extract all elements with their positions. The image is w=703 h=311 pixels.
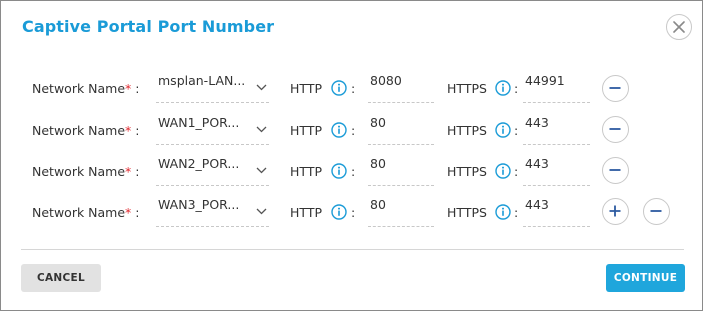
info-icon[interactable] bbox=[331, 163, 347, 179]
https-label: HTTPS bbox=[447, 81, 487, 96]
https-port-value: 44991 bbox=[525, 73, 565, 88]
label-separator: : bbox=[514, 81, 519, 96]
info-icon[interactable] bbox=[495, 204, 511, 220]
info-icon[interactable] bbox=[495, 122, 511, 138]
chevron-down-icon bbox=[256, 84, 267, 91]
required-mark: * bbox=[125, 123, 132, 138]
network-select-value: WAN2_POR... bbox=[158, 156, 240, 171]
port-row: Network Name* : WAN1_POR... HTTP : 80 HT… bbox=[1, 114, 703, 150]
required-mark: * bbox=[125, 164, 132, 179]
info-icon[interactable] bbox=[331, 80, 347, 96]
http-port-input[interactable]: 80 bbox=[368, 114, 434, 145]
chevron-down-icon bbox=[256, 208, 267, 215]
https-port-value: 443 bbox=[525, 115, 549, 130]
http-port-input[interactable]: 8080 bbox=[368, 72, 434, 103]
close-button[interactable] bbox=[666, 14, 692, 40]
network-select-value: WAN1_POR... bbox=[158, 115, 240, 130]
dialog-title: Captive Portal Port Number bbox=[22, 17, 275, 36]
info-icon[interactable] bbox=[495, 80, 511, 96]
network-name-label: Network Name* : bbox=[32, 164, 140, 179]
network-select[interactable]: msplan-LAN... bbox=[156, 72, 269, 103]
https-port-input[interactable]: 443 bbox=[523, 155, 590, 186]
label-separator: : bbox=[135, 123, 140, 138]
info-icon[interactable] bbox=[331, 122, 347, 138]
label-separator: : bbox=[351, 81, 356, 96]
captive-portal-dialog: Captive Portal Port Number Network Name*… bbox=[0, 0, 703, 311]
label-separator: : bbox=[514, 123, 519, 138]
network-select[interactable]: WAN2_POR... bbox=[156, 155, 269, 186]
network-name-text: Network Name bbox=[32, 164, 126, 179]
http-port-value: 8080 bbox=[370, 73, 402, 88]
label-separator: : bbox=[135, 205, 140, 220]
remove-row-button[interactable] bbox=[602, 75, 629, 102]
network-name-label: Network Name* : bbox=[32, 123, 140, 138]
required-mark: * bbox=[125, 205, 132, 220]
minus-icon bbox=[609, 169, 621, 171]
network-select[interactable]: WAN3_POR... bbox=[156, 196, 269, 227]
network-name-label: Network Name* : bbox=[32, 81, 140, 96]
close-icon bbox=[673, 21, 685, 33]
http-port-value: 80 bbox=[370, 156, 386, 171]
http-port-value: 80 bbox=[370, 115, 386, 130]
http-port-value: 80 bbox=[370, 197, 386, 212]
remove-row-button[interactable] bbox=[643, 198, 670, 225]
label-separator: : bbox=[351, 164, 356, 179]
port-row: Network Name* : WAN3_POR... HTTP : 80 HT… bbox=[1, 196, 703, 232]
https-port-input[interactable]: 44991 bbox=[523, 72, 590, 103]
https-port-input[interactable]: 443 bbox=[523, 114, 590, 145]
info-icon[interactable] bbox=[495, 163, 511, 179]
label-separator: : bbox=[514, 205, 519, 220]
http-port-input[interactable]: 80 bbox=[368, 155, 434, 186]
remove-row-button[interactable] bbox=[602, 116, 629, 143]
footer-divider bbox=[21, 249, 684, 250]
label-separator: : bbox=[351, 205, 356, 220]
network-select-value: msplan-LAN... bbox=[158, 73, 246, 88]
network-name-text: Network Name bbox=[32, 81, 126, 96]
network-select[interactable]: WAN1_POR... bbox=[156, 114, 269, 145]
label-separator: : bbox=[351, 123, 356, 138]
http-label: HTTP bbox=[290, 81, 322, 96]
https-port-value: 443 bbox=[525, 156, 549, 171]
required-mark: * bbox=[125, 81, 132, 96]
cancel-button[interactable]: CANCEL bbox=[21, 264, 101, 292]
info-icon[interactable] bbox=[331, 204, 347, 220]
http-label: HTTP bbox=[290, 123, 322, 138]
https-port-value: 443 bbox=[525, 197, 549, 212]
port-row: Network Name* : WAN2_POR... HTTP : 80 HT… bbox=[1, 155, 703, 191]
network-select-value: WAN3_POR... bbox=[158, 197, 240, 212]
label-separator: : bbox=[135, 81, 140, 96]
network-name-label: Network Name* : bbox=[32, 205, 140, 220]
https-label: HTTPS bbox=[447, 123, 487, 138]
http-label: HTTP bbox=[290, 164, 322, 179]
network-name-text: Network Name bbox=[32, 123, 126, 138]
remove-row-button[interactable] bbox=[602, 157, 629, 184]
label-separator: : bbox=[135, 164, 140, 179]
minus-icon bbox=[650, 210, 662, 212]
label-separator: : bbox=[514, 164, 519, 179]
chevron-down-icon bbox=[256, 126, 267, 133]
minus-icon bbox=[609, 128, 621, 130]
https-port-input[interactable]: 443 bbox=[523, 196, 590, 227]
http-label: HTTP bbox=[290, 205, 322, 220]
minus-icon bbox=[609, 87, 621, 89]
chevron-down-icon bbox=[256, 167, 267, 174]
continue-button[interactable]: CONTINUE bbox=[606, 264, 685, 292]
http-port-input[interactable]: 80 bbox=[368, 196, 434, 227]
network-name-text: Network Name bbox=[32, 205, 126, 220]
https-label: HTTPS bbox=[447, 205, 487, 220]
port-row: Network Name* : msplan-LAN... HTTP : 808… bbox=[1, 72, 703, 108]
add-row-button[interactable] bbox=[602, 198, 629, 225]
https-label: HTTPS bbox=[447, 164, 487, 179]
plus-icon bbox=[609, 205, 621, 217]
